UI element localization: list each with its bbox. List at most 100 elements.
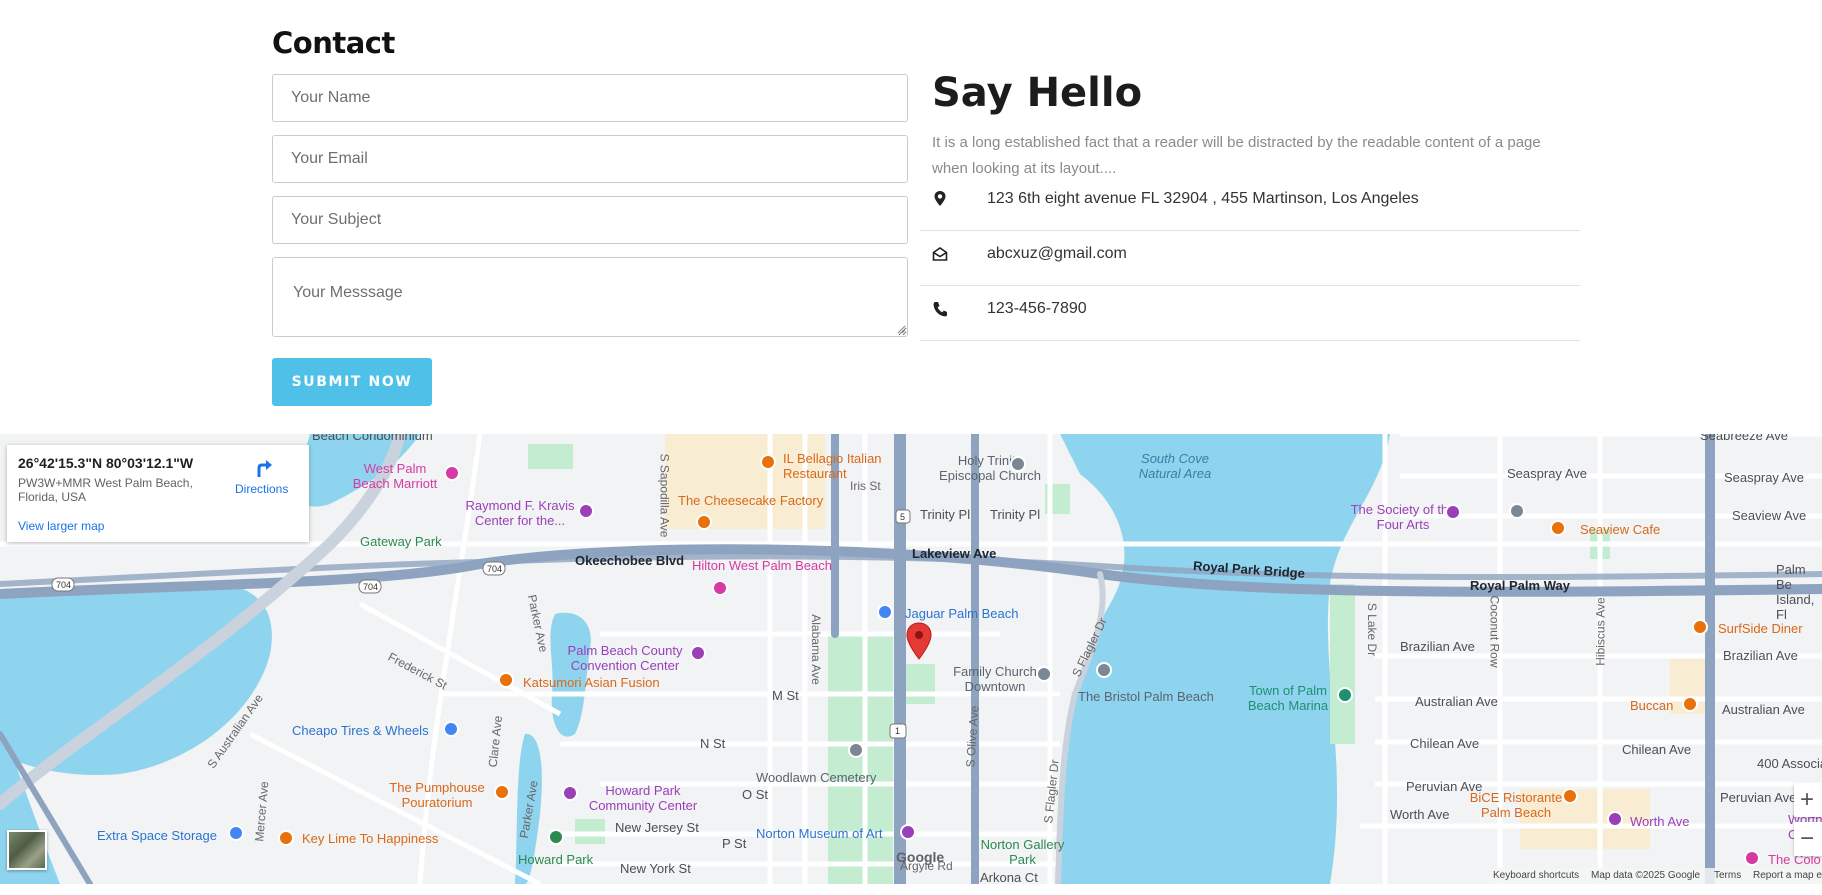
map-label: Brazilian Ave: [1723, 648, 1798, 663]
map-label: Norton Gallery Park: [980, 837, 1065, 867]
map-label: Buccan: [1630, 698, 1674, 713]
map-label: Woodlawn Cemetery: [756, 770, 877, 785]
map-label: Beach Condominium: [312, 434, 433, 443]
park-pin-icon[interactable]: [548, 829, 564, 845]
location-marker-icon[interactable]: [906, 622, 932, 660]
cemetery-pin-icon[interactable]: [848, 742, 864, 758]
zoom-out-button[interactable]: −: [1794, 822, 1822, 856]
map-label: IL Bellagio Italian Restaurant: [783, 451, 882, 481]
church-pin-icon[interactable]: [1010, 456, 1026, 472]
name-input[interactable]: [272, 74, 908, 122]
satellite-toggle[interactable]: [7, 830, 47, 870]
map-label: Brazilian Ave: [1400, 639, 1475, 654]
map-label: The Cheesecake Factory: [678, 493, 824, 508]
terms-link[interactable]: Terms: [1714, 870, 1741, 881]
map-label: The Bristol Palm Beach: [1078, 689, 1214, 704]
contact-page: Contact SUBMIT NOW Say Hello It is a lon…: [0, 0, 1822, 895]
map-label: Raymond F. Kravis Center for the...: [465, 498, 575, 528]
map-label: Family Church Downtown: [953, 664, 1037, 694]
restaurant-pin-icon[interactable]: [498, 672, 514, 688]
map-label: Chilean Ave: [1410, 736, 1480, 751]
shopping-pin-icon[interactable]: [1607, 811, 1623, 827]
restaurant-pin-icon[interactable]: [1562, 788, 1578, 804]
hotel-pin-icon[interactable]: [1744, 850, 1760, 866]
message-textarea[interactable]: [272, 257, 908, 337]
google-logo: Google: [896, 849, 945, 865]
restaurant-pin-icon[interactable]: [760, 454, 776, 470]
phone-text: 123-456-7890: [987, 300, 1087, 317]
zoom-in-icon: +: [1800, 786, 1815, 813]
map-label: Seaspray Ave: [1724, 470, 1804, 485]
museum-pin-icon[interactable]: [1445, 504, 1461, 520]
hotel-pin-icon[interactable]: [712, 580, 728, 596]
map-label: M St: [772, 688, 799, 703]
map-highway-shield: 704: [56, 580, 72, 590]
phone-icon: [933, 302, 947, 317]
bar-pin-icon[interactable]: [494, 784, 510, 800]
map-label: Trinity Pl: [920, 507, 971, 522]
email-input[interactable]: [272, 135, 908, 183]
church-pin-icon[interactable]: [1036, 666, 1052, 682]
restaurant-pin-icon[interactable]: [278, 830, 294, 846]
map-label: Seaspray Ave: [1507, 466, 1587, 481]
restaurant-pin-icon[interactable]: [1692, 619, 1708, 635]
convention-pin-icon[interactable]: [690, 645, 706, 661]
report-map-error-link[interactable]: Report a map e: [1753, 870, 1822, 881]
map-label: Coconut Row: [1487, 595, 1502, 668]
submit-button[interactable]: SUBMIT NOW: [272, 358, 432, 406]
map-label: N St: [700, 736, 726, 751]
restaurant-pin-icon[interactable]: [1682, 696, 1698, 712]
restaurant-pin-icon[interactable]: [1550, 520, 1566, 536]
map-label: Worth Ave: [1630, 814, 1690, 829]
map-label: Lakeview Ave: [912, 546, 997, 561]
contact-heading: Contact: [272, 26, 395, 60]
map-label: BiCE Ristorante Palm Beach: [1469, 790, 1563, 820]
map-label: Howard Park Community Center: [588, 783, 698, 813]
map-label: Chilean Ave: [1622, 742, 1692, 757]
phone-row: 123-456-7890: [920, 286, 1580, 341]
email-text: abcxuz@gmail.com: [987, 245, 1127, 262]
map-label: P St: [722, 836, 747, 851]
auto-pin-icon[interactable]: [443, 721, 459, 737]
map-label: O St: [742, 787, 769, 802]
map-label: Palm Beach County Convention Center: [567, 643, 683, 673]
view-larger-map-link[interactable]: View larger map: [18, 519, 104, 533]
storage-pin-icon[interactable]: [228, 825, 244, 841]
map-label: Peruvian Ave: [1720, 790, 1797, 805]
map-label: Worth Ave: [1390, 807, 1450, 822]
zoom-in-button[interactable]: +: [1794, 783, 1822, 817]
keyboard-shortcuts-link[interactable]: Keyboard shortcuts: [1493, 870, 1579, 881]
map-highway-shield: 1: [895, 726, 901, 736]
car-dealer-pin-icon[interactable]: [877, 604, 893, 620]
map-highway-shield: 5: [900, 512, 906, 522]
directions-label[interactable]: Directions: [235, 482, 288, 496]
map-label: The Society of the Four Arts: [1350, 502, 1456, 532]
address-row: 123 6th eight avenue FL 32904 , 455 Mart…: [920, 176, 1580, 231]
museum-pin-icon[interactable]: [900, 824, 916, 840]
map-label: Australian Ave: [1722, 702, 1805, 717]
map-label: Australian Ave: [1415, 694, 1498, 709]
map-label: Arkona Ct: [980, 870, 1038, 884]
map-plus-code-address: PW3W+MMR West Palm Beach, Florida, USA: [18, 476, 193, 504]
map-label: S Lake Dr: [1365, 602, 1380, 657]
hotel-pin-icon[interactable]: [444, 465, 460, 481]
restaurant-pin-icon[interactable]: [696, 514, 712, 530]
map-label: West Palm Beach Marriott: [352, 461, 438, 491]
map-info-card: 26°42'15.3"N 80°03'12.1"W PW3W+MMR West …: [7, 445, 309, 542]
map-label: New York St: [620, 861, 691, 876]
map-label: Hilton West Palm Beach: [692, 558, 832, 573]
map-footer: Keyboard shortcuts Map data ©2025 Google…: [1490, 868, 1822, 884]
subject-input[interactable]: [272, 196, 908, 244]
map-label: Royal Palm Way: [1470, 578, 1570, 593]
marina-pin-icon[interactable]: [1337, 687, 1353, 703]
map-label: Key Lime To Happiness: [302, 831, 439, 846]
theater-pin-icon[interactable]: [578, 503, 594, 519]
map-highway-shield: 704: [487, 564, 503, 574]
map-label: Alabama Ave: [808, 614, 823, 685]
community-pin-icon[interactable]: [562, 785, 578, 801]
map-label: Seaview Ave: [1732, 508, 1807, 523]
landmark-pin-icon[interactable]: [1509, 503, 1525, 519]
directions-icon[interactable]: [253, 457, 275, 479]
hotel-pin-icon[interactable]: [1096, 662, 1112, 678]
map-label: Hibiscus Ave: [1593, 597, 1608, 666]
